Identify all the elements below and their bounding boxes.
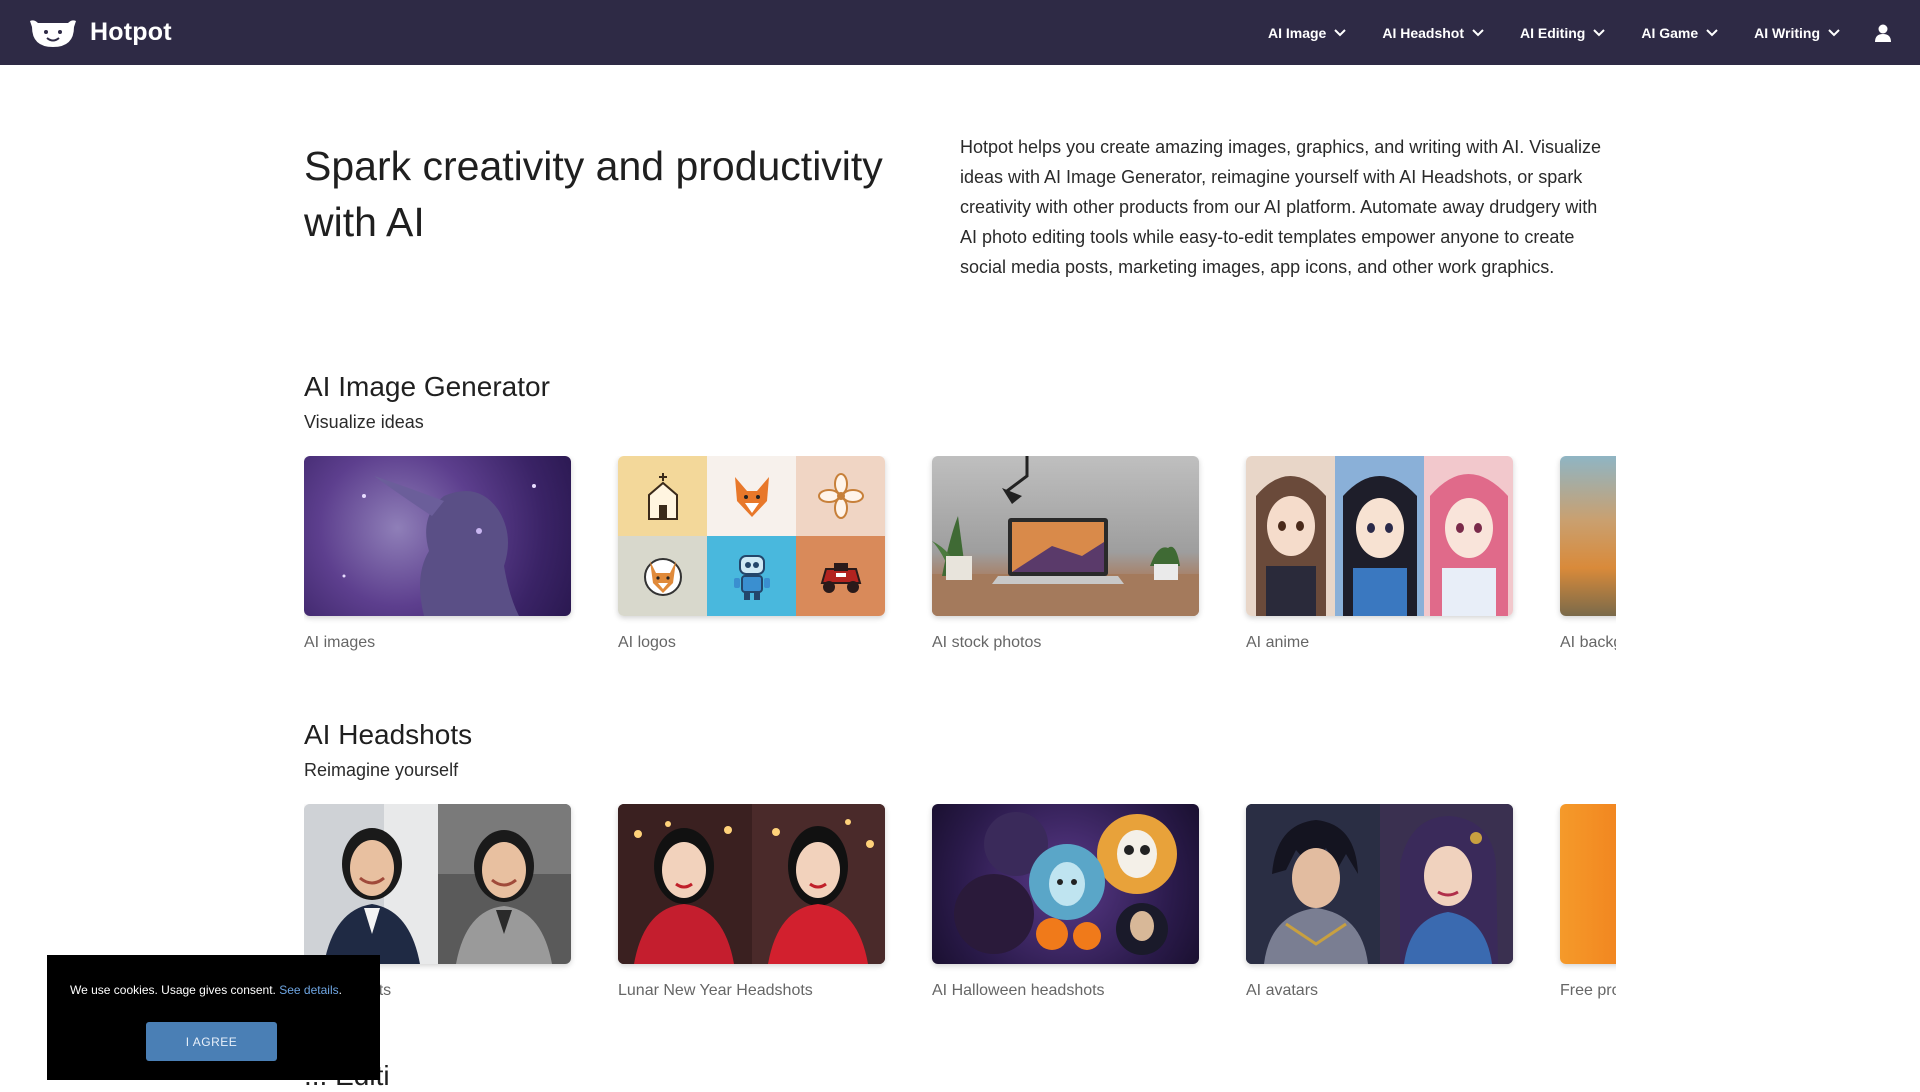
flower-icon	[817, 473, 864, 519]
card-label: AI anime	[1246, 634, 1310, 651]
section-subtitle: Visualize ideas	[304, 412, 424, 432]
anime-portrait-art	[1246, 456, 1335, 616]
thumbnail-free-profile	[1560, 804, 1616, 964]
card-ai-backgrounds[interactable]: AI backg	[1560, 456, 1616, 653]
corgi-icon	[643, 558, 682, 596]
card-free-profile[interactable]: Free pro	[1560, 804, 1616, 1001]
cookie-banner: We use cookies. Usage gives consent. See…	[47, 955, 380, 1080]
thumbnail-professional-headshots	[304, 804, 571, 964]
logo-tile	[618, 536, 707, 616]
thumbnail-ai-stock-photos	[932, 456, 1199, 616]
top-navbar: Hotpot AI Image AI Headshot AI Editing A…	[0, 0, 1920, 65]
nav-label: AI Game	[1641, 24, 1699, 41]
thumbnail-lunar-new-year-headshots	[618, 804, 885, 964]
cookie-text: We use cookies. Usage gives consent. See…	[70, 982, 357, 998]
hero-description: Hotpot helps you create amazing images, …	[960, 137, 1602, 277]
nav-label: AI Writing	[1754, 24, 1820, 41]
card-ai-stock-photos[interactable]: AI stock photos	[932, 456, 1199, 653]
logo-tile	[707, 456, 796, 536]
thumbnail-ai-halloween-headshots	[932, 804, 1199, 964]
card-ai-avatars[interactable]: AI avatars	[1246, 804, 1513, 1001]
card-label: AI stock photos	[932, 634, 1042, 651]
nav-ai-writing[interactable]: AI Writing	[1754, 25, 1840, 41]
headshot-portrait-art	[304, 804, 438, 964]
headshot-portrait-art	[618, 804, 752, 964]
card-label: AI Halloween headshots	[932, 982, 1105, 999]
card-ai-logos[interactable]: AI logos	[618, 456, 885, 653]
thumbnail-ai-images	[304, 456, 571, 616]
logo-tile	[618, 456, 707, 536]
chevron-down-icon	[1334, 28, 1347, 36]
nav-ai-image[interactable]: AI Image	[1267, 24, 1347, 41]
logo-tile	[796, 536, 885, 616]
section-ai-headshots: AI Headshots Reimagine yourself Lunar Ne…	[304, 718, 1616, 1004]
agree-button[interactable]: I AGREE	[146, 1022, 277, 1061]
main-nav: AI Image AI Headshot AI Editing AI Game …	[1268, 23, 1892, 43]
cookie-message: We use cookies. Usage gives consent.	[70, 983, 276, 997]
logo-tile	[707, 536, 796, 616]
hero: Spark creativity and productivity with A…	[304, 137, 1616, 282]
card-carousel: AI images AI logos AI stock photos AI an…	[304, 456, 1616, 656]
hotpot-logo-icon	[30, 19, 76, 47]
card-label: Lunar New Year Headshots	[618, 982, 813, 999]
thumbnail-ai-anime	[1246, 456, 1513, 616]
card-label: AI images	[304, 634, 376, 651]
thumbnail-ai-avatars	[1246, 804, 1513, 964]
fox-icon	[734, 477, 769, 517]
nav-label: AI Image	[1267, 24, 1327, 41]
laptop-desk-photo	[932, 456, 1199, 616]
cookie-details-link[interactable]: See details	[279, 983, 338, 997]
brand[interactable]: Hotpot	[28, 17, 172, 49]
chevron-down-icon	[1706, 28, 1718, 36]
thumbnail-ai-backgrounds	[1560, 456, 1616, 616]
nav-ai-game[interactable]: AI Game	[1641, 25, 1718, 41]
card-lunar-new-year-headshots[interactable]: Lunar New Year Headshots	[618, 804, 885, 1001]
nav-ai-editing[interactable]: AI Editing	[1520, 24, 1606, 41]
chevron-down-icon	[1472, 28, 1484, 36]
thumbnail-ai-logos	[618, 456, 885, 616]
chevron-down-icon	[1828, 28, 1840, 36]
anime-portrait-art	[1335, 456, 1424, 616]
user-account-icon[interactable]	[1874, 23, 1892, 43]
card-ai-images[interactable]: AI images	[304, 456, 571, 653]
card-carousel: e headshots	[304, 804, 1616, 1004]
race-car-icon	[820, 563, 861, 593]
nav-label: AI Editing	[1520, 24, 1586, 41]
section-title: AI Image Generator	[304, 371, 550, 402]
avatar-portrait-art	[1246, 804, 1380, 964]
card-label: AI logos	[618, 634, 676, 651]
robot-icon	[733, 555, 770, 600]
section-subtitle: Reimagine yourself	[304, 760, 459, 780]
section-title: AI Headshots	[304, 719, 473, 750]
headshot-portrait-art	[752, 804, 885, 964]
card-ai-halloween-headshots[interactable]: AI Halloween headshots	[932, 804, 1199, 1001]
brand-name: Hotpot	[90, 18, 172, 46]
card-ai-anime[interactable]: AI anime	[1246, 456, 1513, 653]
card-label: AI avatars	[1246, 982, 1319, 999]
halloween-collage-art	[954, 812, 1177, 955]
card-label: AI backg	[1560, 634, 1616, 651]
cookie-period: .	[338, 983, 342, 997]
anime-portrait-art	[1424, 456, 1513, 616]
section-ai-image-generator: AI Image Generator Visualize ideas AI im…	[304, 370, 1616, 656]
elf-portrait-art	[342, 476, 536, 616]
chevron-down-icon	[1593, 28, 1606, 36]
headshot-portrait-art	[438, 804, 571, 964]
logo-tile	[796, 456, 885, 536]
nav-label: AI Headshot	[1382, 24, 1465, 41]
avatar-portrait-art	[1380, 804, 1513, 964]
card-label: Free pro	[1560, 982, 1616, 999]
hero-title: Spark creativity and productivity with A…	[304, 143, 883, 245]
nav-ai-headshot[interactable]: AI Headshot	[1382, 25, 1484, 41]
church-icon	[647, 473, 678, 520]
